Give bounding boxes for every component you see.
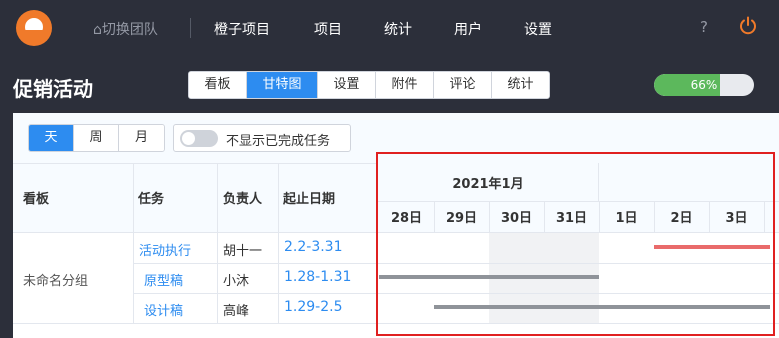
hide-completed-control: 不显示已完成任务 bbox=[173, 124, 351, 152]
selection-highlight bbox=[376, 152, 775, 336]
divider bbox=[133, 263, 378, 264]
task-dates[interactable]: 1.28-1.31 bbox=[284, 269, 351, 285]
nav-item-stats[interactable]: 统计 bbox=[384, 19, 412, 39]
task-link[interactable]: 设计稿 bbox=[144, 300, 183, 319]
group-name: 未命名分组 bbox=[23, 274, 89, 289]
tab-statistics[interactable]: 统计 bbox=[492, 72, 549, 98]
page-title: 促销活动 bbox=[13, 77, 93, 101]
column-header-dates: 起止日期 bbox=[283, 192, 336, 207]
tab-comments[interactable]: 评论 bbox=[434, 72, 492, 98]
task-dates[interactable]: 1.29-2.5 bbox=[284, 299, 343, 315]
hide-completed-label: 不显示已完成任务 bbox=[226, 134, 331, 149]
divider bbox=[190, 18, 191, 38]
column-header-owner: 负责人 bbox=[223, 192, 263, 207]
progress-bar: 66% bbox=[654, 74, 754, 96]
logo-icon[interactable] bbox=[16, 10, 52, 46]
task-link[interactable]: 活动执行 bbox=[139, 240, 191, 259]
scale-switcher: 天 周 月 bbox=[28, 124, 165, 152]
help-icon[interactable]: ? bbox=[700, 18, 708, 36]
divider bbox=[13, 323, 378, 324]
task-owner: 小沐 bbox=[223, 274, 250, 289]
nav-item-settings[interactable]: 设置 bbox=[524, 19, 552, 39]
task-link[interactable]: 原型稿 bbox=[144, 270, 183, 289]
task-dates[interactable]: 2.2-3.31 bbox=[284, 239, 343, 255]
tab-board[interactable]: 看板 bbox=[189, 72, 247, 98]
tab-attachments[interactable]: 附件 bbox=[376, 72, 434, 98]
divider bbox=[133, 163, 134, 323]
power-icon[interactable] bbox=[738, 16, 758, 36]
divider bbox=[133, 293, 378, 294]
scale-month-button[interactable]: 月 bbox=[119, 125, 164, 151]
switch-team-link[interactable]: ⌂切换团队 bbox=[93, 19, 158, 39]
nav-item-projects[interactable]: 项目 bbox=[314, 19, 342, 39]
tab-gantt[interactable]: 甘特图 bbox=[247, 72, 318, 98]
nav-item-users[interactable]: 用户 bbox=[454, 19, 482, 39]
tab-settings[interactable]: 设置 bbox=[318, 72, 376, 98]
scale-day-button[interactable]: 天 bbox=[29, 125, 74, 151]
top-nav: ⌂切换团队 橙子项目 项目 统计 用户 设置 ? bbox=[0, 0, 779, 56]
nav-item-project-name[interactable]: 橙子项目 bbox=[214, 19, 270, 39]
hide-completed-toggle[interactable] bbox=[180, 130, 218, 147]
task-owner: 高峰 bbox=[223, 304, 250, 319]
column-header-task: 任务 bbox=[138, 192, 165, 207]
task-owner: 胡十一 bbox=[223, 244, 263, 259]
divider bbox=[278, 163, 279, 323]
project-tabs: 看板 甘特图 设置 附件 评论 统计 bbox=[188, 71, 550, 99]
divider bbox=[217, 163, 218, 323]
column-header-board: 看板 bbox=[23, 192, 50, 207]
scale-week-button[interactable]: 周 bbox=[74, 125, 119, 151]
progress-text: 66% bbox=[690, 78, 718, 92]
